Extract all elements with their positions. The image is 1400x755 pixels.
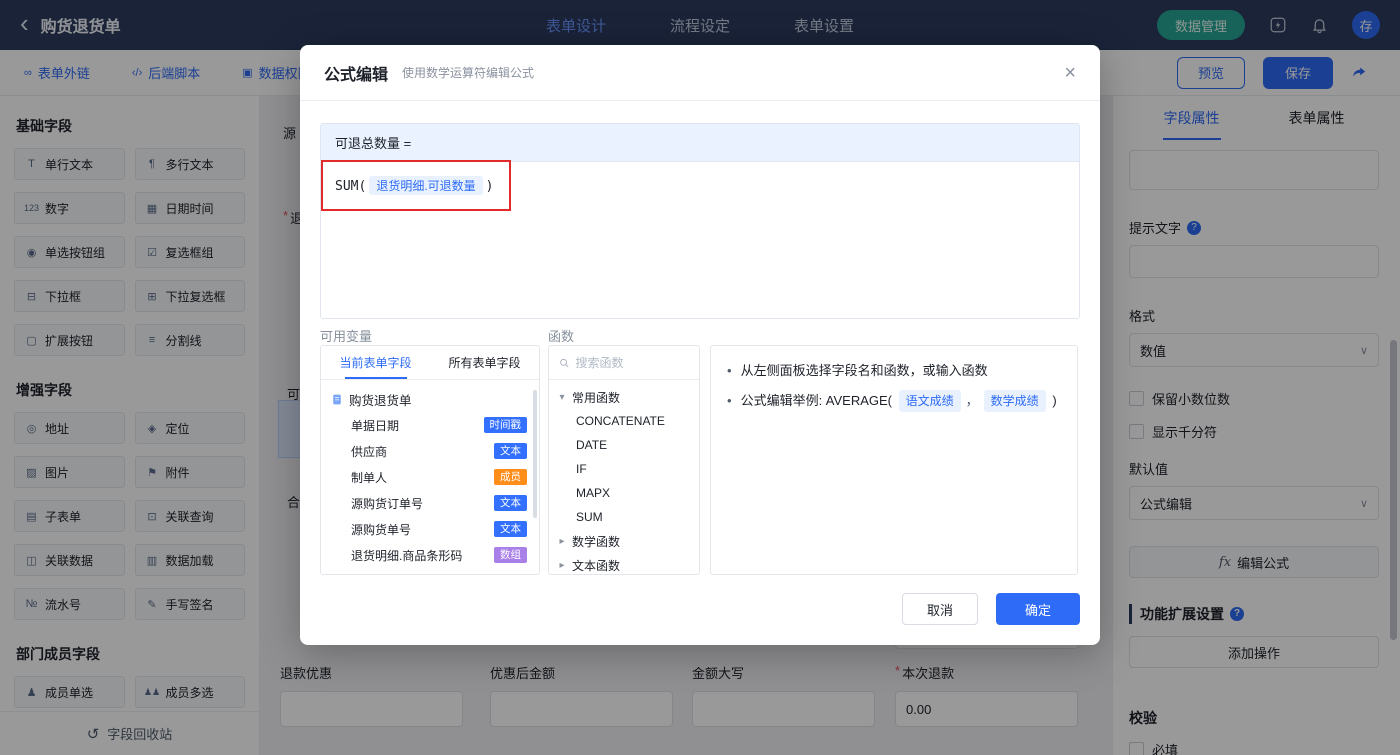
function-item[interactable]: DATE [549,433,699,457]
chevron-down-icon: ▾ [559,391,565,403]
variable-name: 供应商 [351,444,388,459]
bullet-icon: • [727,363,732,378]
help-example-prefix: 公式编辑举例: AVERAGE( [740,393,893,409]
bullet-icon: • [727,393,732,409]
variable-type-badge: 数组 [494,546,527,564]
function-tree: ▾ 常用函数 CONCATENATE DATE IF MAPX SUM ▸ 数学… [549,380,699,574]
confirm-button[interactable]: 确定 [996,593,1080,625]
variable-name: 源购货订单号 [351,496,424,511]
formula-input-area[interactable]: SUM(退货明细.可退数量) [321,162,1079,318]
variable-row[interactable]: 制单人 成员 [321,464,539,490]
variable-name: 源购货单号 [351,522,412,537]
modal-header: 公式编辑 使用数学运算符编辑公式 × [300,45,1100,101]
variables-tabs: 当前表单字段 所有表单字段 [321,346,539,380]
app: ‹ 购货退货单 表单设计 流程设定 表单设置 数据管理 存 ∞ 表单外链 ‹/›… [0,0,1400,755]
function-item[interactable]: MAPX [549,481,699,505]
function-group-text[interactable]: ▸ 文本函数 [549,553,699,574]
help-tip-1: • 从左侧面板选择字段名和函数，或输入函数 [727,360,1061,382]
tab-all-form-fields[interactable]: 所有表单字段 [430,346,539,379]
function-group-label: 常用函数 [572,390,621,405]
variables-panel: 当前表单字段 所有表单字段 购货退货单 单据日期 时间戳 供应商 文本 制单人 成员 … [320,345,540,575]
variable-row[interactable]: 退货明细.商品条形码 数组 [321,542,539,568]
function-item[interactable]: IF [549,457,699,481]
variable-type-badge: 文本 [494,494,527,512]
variable-row[interactable]: 源购货订单号 文本 [321,490,539,516]
formula-function-open: SUM( [335,179,367,194]
function-group-math[interactable]: ▸ 数学函数 [549,529,699,553]
formula-edit-modal: 公式编辑 使用数学运算符编辑公式 × 可退总数量 = SUM(退货明细.可退数量… [300,45,1100,645]
function-item[interactable]: CONCATENATE [549,409,699,433]
chevron-right-icon: ▸ [559,559,565,571]
formula-function-close: ) [485,179,494,194]
chevron-right-icon: ▸ [559,535,565,547]
variable-type-badge: 文本 [494,520,527,538]
help-tip-2: • 公式编辑举例: AVERAGE( 语文成绩，数学成绩 ) [727,390,1061,413]
close-icon[interactable]: × [1064,63,1076,83]
variables-panel-title: 可用变量 [320,329,373,344]
variable-type-badge: 成员 [494,468,527,486]
formula-field-chip[interactable]: 退货明细.可退数量 [369,176,483,195]
example-field-chip: 语文成绩 [898,390,961,413]
variable-row[interactable]: 源购货单号 文本 [321,516,539,542]
variable-type-badge: 文本 [494,442,527,460]
tab-current-form-fields[interactable]: 当前表单字段 [321,346,430,379]
help-example-suffix: ) [1052,393,1057,409]
variable-row[interactable]: 单据日期 时间戳 [321,412,539,438]
cancel-button[interactable]: 取消 [902,593,978,625]
variable-name: 退货明细.商品条形码 [351,548,463,563]
formula-help-panel: • 从左侧面板选择字段名和函数，或输入函数 • 公式编辑举例: AVERAGE(… [710,345,1078,575]
function-item[interactable]: SUM [549,505,699,529]
variables-root-node[interactable]: 购货退货单 [321,386,539,412]
search-icon [560,358,569,367]
functions-panel-title: 函数 [548,329,575,344]
variables-scrollbar[interactable] [533,390,537,518]
function-group-label: 文本函数 [572,558,621,573]
variable-name: 单据日期 [351,418,400,433]
functions-panel: ▾ 常用函数 CONCATENATE DATE IF MAPX SUM ▸ 数学… [548,345,700,575]
modal-footer: 取消 确定 [902,593,1080,625]
function-group-common[interactable]: ▾ 常用函数 [549,385,699,409]
variable-name: 制单人 [351,470,388,485]
variables-tree: 购货退货单 单据日期 时间戳 供应商 文本 制单人 成员 源购货订单号 文本 源购货单号… [321,380,539,574]
function-search [549,346,699,380]
function-group-label: 数学函数 [572,534,621,549]
document-icon [333,394,341,404]
variable-type-badge: 时间戳 [483,416,527,434]
example-comma: ， [965,393,979,409]
modal-subtitle: 使用数学运算符编辑公式 [402,66,535,80]
example-field-chip: 数学成绩 [983,390,1046,413]
formula-editor: 可退总数量 = SUM(退货明细.可退数量) [320,123,1080,319]
function-search-input[interactable] [575,355,689,370]
variables-root-label: 购货退货单 [349,393,412,408]
variable-row[interactable]: 供应商 文本 [321,438,539,464]
modal-title: 公式编辑 [324,66,389,84]
formula-target: 可退总数量 = [321,124,1079,162]
